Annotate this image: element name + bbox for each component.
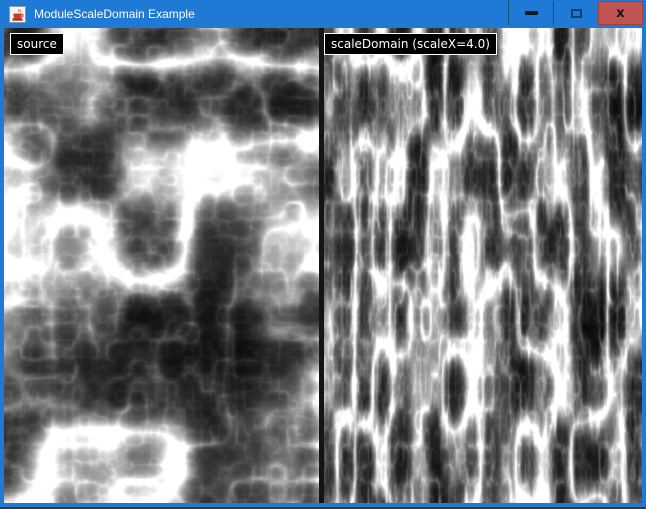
maximize-icon xyxy=(571,9,582,18)
java-icon xyxy=(9,6,26,23)
content-area: source scaleDomain (scaleX=4.0) xyxy=(4,28,642,503)
source-label: source xyxy=(10,33,64,55)
minimize-button[interactable] xyxy=(508,1,553,25)
scale-domain-label: scaleDomain (scaleX=4.0) xyxy=(324,33,497,55)
minimize-icon xyxy=(525,11,538,15)
window-title: ModuleScaleDomain Example xyxy=(34,0,195,28)
source-panel: source xyxy=(4,28,319,503)
window-controls: x xyxy=(508,1,643,25)
title-bar[interactable]: ModuleScaleDomain Example x xyxy=(0,0,646,28)
close-icon: x xyxy=(616,7,624,20)
maximize-button[interactable] xyxy=(553,1,598,25)
close-button[interactable]: x xyxy=(598,1,643,25)
scale-domain-noise-canvas xyxy=(324,28,642,503)
app-window: ModuleScaleDomain Example x source scale… xyxy=(0,0,646,509)
scale-domain-panel: scaleDomain (scaleX=4.0) xyxy=(324,28,642,503)
source-noise-canvas xyxy=(4,28,319,503)
